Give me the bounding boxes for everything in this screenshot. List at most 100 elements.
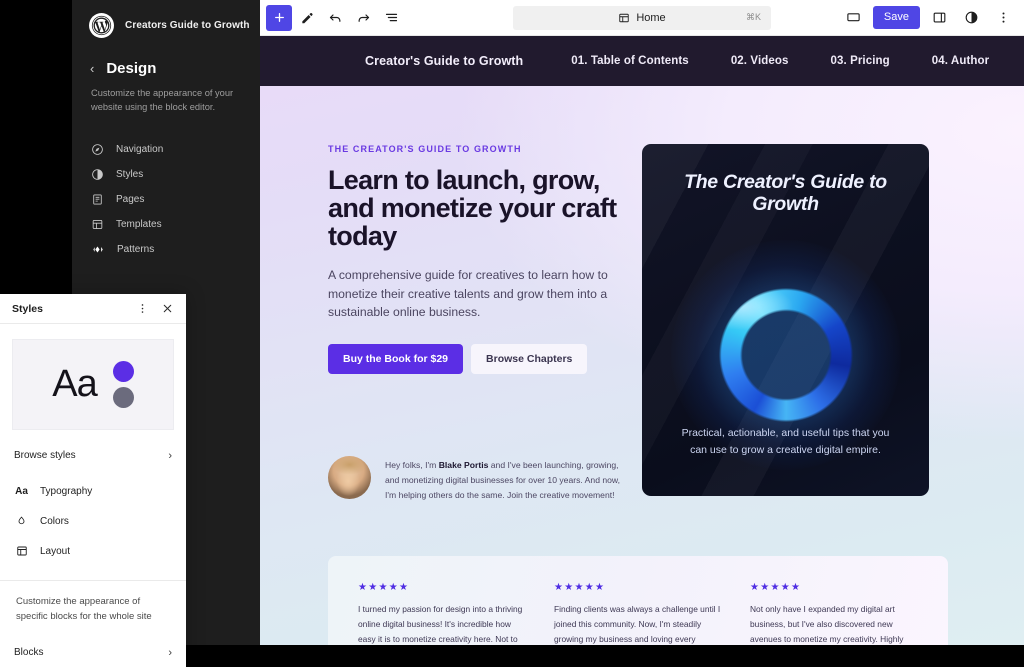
styles-panel-note: Customize the appearance of specific blo… (16, 596, 152, 622)
testimonial-text: Finding clients was always a challenge u… (554, 604, 721, 644)
close-icon (163, 304, 172, 313)
list-view-icon (385, 13, 397, 22)
left-black-strip (0, 0, 72, 294)
palette-swatch-secondary (112, 387, 134, 409)
sidebar-item-styles[interactable]: Styles (72, 162, 260, 187)
typography-icon: Aa (15, 485, 28, 497)
redo-button[interactable] (350, 5, 376, 31)
styles-item-label: Colors (40, 515, 69, 527)
wordpress-glyph-icon (91, 15, 112, 36)
styles-item-typography[interactable]: Aa Typography (0, 476, 186, 506)
sidebar-item-pages[interactable]: Pages (72, 187, 260, 212)
sidebar-item-navigation[interactable]: Navigation (72, 137, 260, 162)
book-title: The Creator's Guide to Growth (684, 171, 887, 216)
editor-canvas: Home ⌘K Save Creator's Guide to Growth 0… (260, 0, 1024, 645)
more-options-button[interactable] (990, 5, 1016, 31)
desktop-icon (847, 13, 861, 22)
bottom-black-strip (190, 645, 1024, 667)
view-device-button[interactable] (841, 5, 867, 31)
testimonial-card: ★★★★★ Not only have I expanded my digita… (750, 582, 918, 645)
editor-toolbar: Home ⌘K Save (260, 0, 1024, 36)
template-icon (92, 219, 103, 229)
hero-title: Learn to launch, grow, and monetize your… (328, 165, 617, 252)
sidebar-icon (933, 12, 945, 23)
compass-icon (92, 144, 103, 155)
avatar (328, 456, 371, 499)
kebab-menu-icon (141, 304, 144, 314)
command-bar-label: Home (636, 11, 666, 24)
command-bar[interactable]: Home ⌘K (513, 5, 771, 30)
toggle-settings-sidebar-button[interactable] (926, 5, 952, 31)
hero-text-column: THE CREATOR'S GUIDE TO GROWTH Learn to l… (328, 144, 628, 374)
styles-item-layout[interactable]: Layout (0, 536, 186, 566)
styles-item-label: Typography (40, 485, 93, 497)
author-blurb: Hey folks, I'm Blake Portis and I've bee… (328, 456, 628, 502)
layout-grid-icon (16, 546, 27, 556)
styles-toggle-button[interactable] (958, 5, 984, 31)
site-brand-link[interactable]: Creator's Guide to Growth (365, 54, 523, 68)
styles-more-options-button[interactable] (136, 302, 149, 315)
testimonial-card: ★★★★★ Finding clients was always a chall… (554, 582, 722, 645)
sidebar-description: Customize the appearance of your website… (91, 88, 234, 113)
styles-close-button[interactable] (161, 302, 174, 315)
layout-icon (14, 545, 29, 557)
add-block-button[interactable] (266, 4, 292, 31)
palette-swatch-primary (112, 361, 134, 383)
sidebar-title-row: ‹ Design (72, 38, 260, 77)
hero-eyebrow: THE CREATOR'S GUIDE TO GROWTH (328, 144, 522, 154)
chevron-right-icon: › (168, 449, 172, 462)
sidebar-header: Creators Guide to Growth (72, 0, 260, 38)
browse-chapters-button[interactable]: Browse Chapters (471, 343, 588, 374)
kebab-menu-icon (1002, 12, 1004, 23)
edit-mode-button[interactable] (294, 5, 320, 31)
patterns-icon (93, 246, 103, 253)
color-drop-icon (14, 515, 29, 527)
blocks-row[interactable]: Blocks › (0, 639, 186, 667)
star-rating-icon: ★★★★★ (554, 582, 606, 593)
list-view-button[interactable] (378, 5, 404, 31)
page-icon (93, 194, 102, 205)
contrast-icon (965, 11, 977, 24)
styles-item-colors[interactable]: Colors (0, 506, 186, 536)
star-rating-icon: ★★★★★ (750, 582, 802, 593)
style-preview-text: Aa (52, 363, 97, 406)
sidebar-item-templates[interactable]: Templates (72, 212, 260, 237)
site-nav-item-videos[interactable]: 02. Videos (731, 55, 789, 67)
back-chevron-icon[interactable]: ‹ (90, 62, 94, 75)
chevron-right-icon: › (168, 646, 172, 659)
sidebar-item-patterns[interactable]: Patterns (72, 237, 260, 262)
layout-icon (619, 13, 630, 22)
app-root: Home ⌘K Save Creator's Guide to Growth 0… (0, 0, 1024, 667)
browse-styles-label: Browse styles (14, 450, 76, 462)
site-navigation-bar: Creator's Guide to Growth 01. Table of C… (260, 36, 1024, 86)
testimonial-text: Not only have I expanded my digital art … (750, 604, 904, 644)
style-preview-card[interactable]: Aa (12, 339, 174, 430)
hero-buttons: Buy the Book for $29 Browse Chapters (328, 343, 628, 374)
testimonial-text: I turned my passion for design into a th… (358, 604, 523, 644)
site-nav-item-pricing[interactable]: 03. Pricing (831, 55, 890, 67)
styles-panel-header: Styles (0, 294, 186, 325)
drop-icon (18, 516, 25, 525)
plus-icon (274, 13, 284, 22)
styles-panel: Styles Aa Browse styles › Aa Typography … (0, 294, 186, 667)
buy-book-button[interactable]: Buy the Book for $29 (328, 343, 464, 374)
page-content: THE CREATOR'S GUIDE TO GROWTH Learn to l… (260, 86, 1024, 645)
undo-button[interactable] (322, 5, 348, 31)
style-preview-palette (112, 361, 134, 409)
sidebar-item-label: Navigation (116, 143, 164, 155)
hero-subtitle: A comprehensive guide for creatives to l… (328, 268, 608, 320)
site-nav-item-toc[interactable]: 01. Table of Contents (571, 55, 689, 67)
sidebar-site-name: Creators Guide to Growth (125, 20, 250, 31)
undo-icon (329, 14, 340, 22)
wordpress-logo-icon[interactable] (89, 13, 114, 38)
author-text: Hey folks, I'm Blake Portis and I've bee… (385, 456, 628, 502)
star-rating-icon: ★★★★★ (358, 582, 410, 593)
contrast-icon (92, 169, 103, 180)
sidebar-item-label: Styles (116, 168, 144, 180)
toolbar-right-group: Save (841, 5, 1024, 31)
site-nav-item-author[interactable]: 04. Author (932, 55, 989, 67)
save-button[interactable]: Save (872, 6, 920, 29)
sidebar-item-label: Templates (116, 218, 162, 230)
book-tagline: Practical, actionable, and useful tips t… (681, 427, 890, 456)
browse-styles-row[interactable]: Browse styles › (0, 442, 186, 470)
